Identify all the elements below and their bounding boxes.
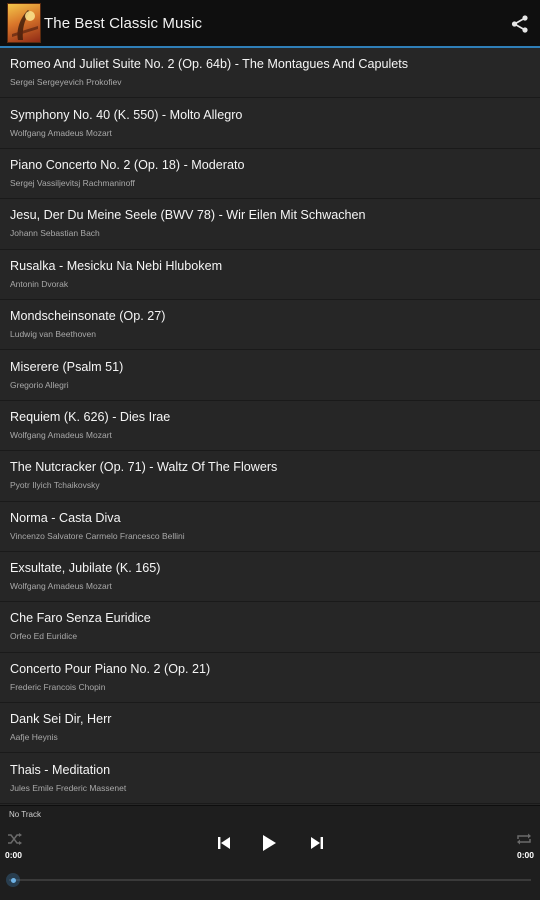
- track-artist: Jules Emile Frederic Massenet: [10, 782, 127, 793]
- track-title: Exsultate, Jubilate (K. 165): [10, 561, 161, 576]
- seek-thumb[interactable]: [6, 873, 20, 887]
- track-row[interactable]: Mondscheinsonate (Op. 27) Ludwig van Beet…: [0, 300, 540, 351]
- track-title: Thais - Meditation: [10, 762, 111, 777]
- track-artist: Frederic Francois Chopin: [10, 681, 106, 692]
- track-title: Romeo And Juliet Suite No. 2 (Op. 64b) -…: [10, 57, 409, 72]
- app-root: The Best Classic Music Romeo And Juliet …: [0, 0, 540, 900]
- track-artist: Wolfgang Amadeus Mozart: [10, 127, 112, 138]
- track-row[interactable]: Exsultate, Jubilate (K. 165) Wolfgang Ama…: [0, 552, 540, 603]
- track-title: Jesu, Der Du Meine Seele (BWV 78) - Wir …: [10, 208, 366, 223]
- track-title: Requiem (K. 626) - Dies Irae: [10, 409, 171, 424]
- track-row[interactable]: Symphony No. 40 (K. 550) - Molto Allegro…: [0, 98, 540, 149]
- track-title: Piano Concerto No. 2 (Op. 18) - Moderato: [10, 157, 245, 172]
- track-title: Mondscheinsonate (Op. 27): [10, 309, 166, 324]
- share-icon: [511, 15, 528, 33]
- track-row[interactable]: Romeo And Juliet Suite No. 2 (Op. 64b) -…: [0, 48, 540, 99]
- track-row[interactable]: Jesu, Der Du Meine Seele (BWV 78) - Wir …: [0, 199, 540, 250]
- track-row[interactable]: Norma - Casta Diva Vincenzo Salvatore Car…: [0, 502, 540, 552]
- track-row[interactable]: Rusalka - Mesicku Na Nebi Hlubokem Antoni…: [0, 250, 540, 300]
- now-playing-label: No Track: [9, 810, 42, 819]
- shuffle-button[interactable]: [7, 832, 23, 845]
- app-title: The Best Classic Music: [44, 14, 203, 32]
- track-row[interactable]: Piano Concerto No. 2 (Op. 18) - Moderato…: [0, 149, 540, 200]
- track-title: Miserere (Psalm 51): [10, 359, 124, 374]
- skip-previous-icon: [218, 837, 230, 849]
- track-list[interactable]: Romeo And Juliet Suite No. 2 (Op. 64b) -…: [0, 48, 540, 805]
- track-artist: Wolfgang Amadeus Mozart: [10, 581, 112, 592]
- track-row[interactable]: Requiem (K. 626) - Dies Irae Wolfgang Ama…: [0, 401, 540, 452]
- share-button[interactable]: [508, 12, 532, 36]
- track-artist: Ludwig van Beethoven: [10, 329, 97, 340]
- repeat-button[interactable]: [516, 832, 532, 845]
- app-logo-icon[interactable]: [7, 3, 41, 43]
- duration-time: 0:00: [516, 850, 534, 860]
- track-artist: Antonin Dvorak: [10, 278, 69, 289]
- track-artist: Vincenzo Salvatore Carmelo Francesco Bel…: [10, 530, 185, 541]
- track-title: Dank Sei Dir, Herr: [10, 712, 112, 727]
- track-row[interactable]: Thais - Meditation Jules Emile Frederic M…: [0, 753, 540, 804]
- skip-next-icon: [311, 837, 323, 849]
- track-title: Symphony No. 40 (K. 550) - Molto Allegro: [10, 107, 243, 122]
- track-title: The Nutcracker (Op. 71) - Waltz Of The F…: [10, 460, 278, 475]
- play-icon: [263, 835, 276, 851]
- action-bar: The Best Classic Music: [0, 0, 540, 48]
- track-artist: Wolfgang Amadeus Mozart: [10, 429, 112, 440]
- track-artist: Aafje Heynis: [10, 732, 58, 743]
- seek-bar[interactable]: [9, 879, 531, 881]
- player-bar: No Track 0:00 0:00: [0, 805, 540, 900]
- track-title: Rusalka - Mesicku Na Nebi Hlubokem: [10, 258, 223, 273]
- track-artist: Sergej Vassiljevitsj Rachmaninoff: [10, 177, 135, 188]
- track-artist: Pyotr Ilyich Tchaikovsky: [10, 480, 100, 491]
- elapsed-time: 0:00: [5, 850, 23, 860]
- track-row[interactable]: The Nutcracker (Op. 71) - Waltz Of The F…: [0, 451, 540, 502]
- seek-thumb-dot: [10, 877, 16, 883]
- track-row[interactable]: Concerto Pour Piano No. 2 (Op. 21) Freder…: [0, 653, 540, 704]
- track-title: Concerto Pour Piano No. 2 (Op. 21): [10, 661, 211, 676]
- track-row[interactable]: Miserere (Psalm 51) Gregorio Allegri: [0, 350, 540, 401]
- shuffle-icon: [8, 833, 22, 845]
- repeat-icon: [517, 833, 531, 845]
- track-artist: Orfeo Ed Euridice: [10, 631, 78, 642]
- track-artist: Johann Sebastian Bach: [10, 228, 100, 239]
- play-button[interactable]: [259, 833, 279, 853]
- track-row[interactable]: Che Faro Senza Euridice Orfeo Ed Euridice: [0, 602, 540, 653]
- track-title: Che Faro Senza Euridice: [10, 611, 151, 626]
- track-row[interactable]: Dank Sei Dir, Herr Aafje Heynis: [0, 703, 540, 754]
- next-button[interactable]: [307, 833, 327, 853]
- track-title: Norma - Casta Diva: [10, 510, 121, 525]
- previous-button[interactable]: [214, 833, 234, 853]
- track-artist: Gregorio Allegri: [10, 379, 69, 390]
- track-artist: Sergei Sergeyevich Prokofiev: [10, 77, 122, 88]
